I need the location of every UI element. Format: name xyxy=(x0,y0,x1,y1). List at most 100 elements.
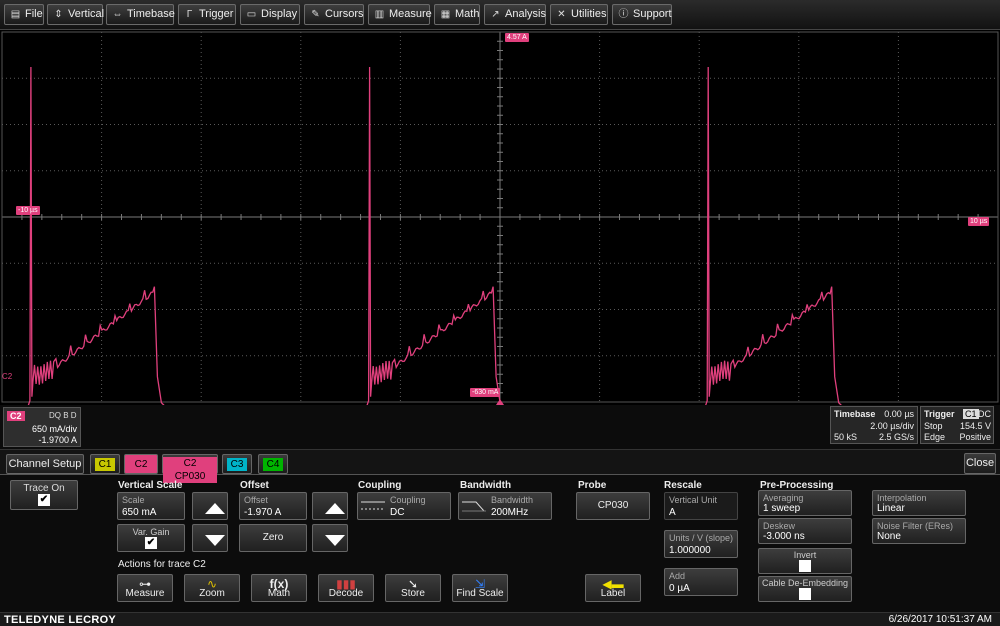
cursor-icon: ✎ xyxy=(311,9,320,20)
trigger-type: Edge xyxy=(924,432,946,442)
date-time: 6/26/2017 10:51:37 AM xyxy=(888,614,992,625)
waveform-grid[interactable]: 4.57 A -10 µs 10 µs -630 mA C2 xyxy=(0,30,1000,405)
actions-header: Actions for trace C2 xyxy=(118,559,206,570)
scale-down-button[interactable] xyxy=(192,524,228,552)
math-icon: ▦ xyxy=(440,9,451,20)
menu-math[interactable]: ▦ Math xyxy=(434,4,480,25)
bandwidth-field[interactable]: Bandwidth 200MHz xyxy=(458,492,552,520)
grid-svg xyxy=(1,31,999,405)
tab-c4[interactable]: C4 xyxy=(258,454,288,474)
menu-cursors[interactable]: ✎ Cursors xyxy=(304,4,364,25)
var-gain-toggle[interactable]: Var. Gain ✔ xyxy=(117,524,185,552)
tab-c2-probe[interactable]: C2 CP030 xyxy=(162,454,218,483)
interpolation-field[interactable]: Interpolation Linear xyxy=(872,490,966,516)
menu-vertical[interactable]: ⇕ Vertical xyxy=(47,4,104,25)
deskew-field[interactable]: Deskew -3.000 ns xyxy=(758,518,852,544)
tab-channel-setup[interactable]: Channel Setup xyxy=(6,454,84,474)
bandwidth-header: Bandwidth xyxy=(460,480,512,491)
close-button[interactable]: Close xyxy=(964,453,996,474)
channel-setup-content: Trace On ✔ Vertical Scale Scale 650 mA V… xyxy=(0,476,1000,611)
channel-scale: 650 mA/div xyxy=(31,424,77,434)
channel-ground-marker: C2 xyxy=(2,372,13,381)
menu-measure[interactable]: ▥ Measure xyxy=(368,4,432,25)
down-arrow-icon xyxy=(205,535,225,546)
menu-utilities[interactable]: ✕ Utilities xyxy=(550,4,608,25)
tab-c2[interactable]: C2 xyxy=(124,454,158,474)
label-action-button[interactable]: ◀▬ Label xyxy=(585,574,641,602)
scale-up-button[interactable] xyxy=(192,492,228,520)
probe-header: Probe xyxy=(578,480,607,491)
dc-coupling-icon xyxy=(361,501,385,510)
trace-on-label: Trace On xyxy=(23,483,65,494)
offset-header: Offset xyxy=(240,480,269,491)
top-level-marker: 4.57 A xyxy=(505,33,529,42)
trace-on-checkbox[interactable]: ✔ xyxy=(38,494,50,506)
menu-bar: ▤ File ⇕ Vertical ⇔ Timebase Γ Trigger ▭ Disp… xyxy=(0,0,1000,30)
up-arrow-icon xyxy=(325,503,345,514)
channel-tabs: Channel Setup C1 C2 C2 CP030 C3 C4 Close xyxy=(0,449,1000,483)
probe-button[interactable]: CP030 xyxy=(576,492,650,520)
analysis-icon: ↗ xyxy=(491,9,500,20)
trigger-icon: Γ xyxy=(186,9,193,20)
display-icon: ▭ xyxy=(246,9,257,20)
math-action-button[interactable]: f(x) Math xyxy=(251,574,307,602)
zero-button[interactable]: Zero xyxy=(239,524,307,552)
right-time-marker: 10 µs xyxy=(968,217,990,226)
vertical-unit-field: Vertical Unit A xyxy=(664,492,738,520)
tab-c1[interactable]: C1 xyxy=(90,454,120,474)
vertical-arrow-icon: ⇕ xyxy=(54,9,63,20)
bandwidth-filter-icon xyxy=(462,501,486,512)
timebase-rate: 2.5 GS/s xyxy=(878,432,914,442)
add-field[interactable]: Add 0 µA xyxy=(664,568,738,596)
trigger-mode: Stop xyxy=(924,421,943,431)
status-footer: TELEDYNE LECROY 6/26/2017 10:51:37 AM xyxy=(0,612,1000,626)
trigger-coupling: DC xyxy=(978,409,991,419)
decode-action-button[interactable]: ▮▮▮ Decode xyxy=(318,574,374,602)
offset-down-button[interactable] xyxy=(312,524,348,552)
vertical-scale-header: Vertical Scale xyxy=(118,480,183,491)
menu-file[interactable]: ▤ File xyxy=(4,4,44,25)
menu-support[interactable]: ⓘ Support xyxy=(612,4,672,25)
zoom-action-button[interactable]: ∿ Zoom xyxy=(184,574,240,602)
menu-timebase[interactable]: ⇔ Timebase xyxy=(106,4,175,25)
timebase-title: Timebase xyxy=(834,409,876,419)
timebase-descriptor[interactable]: Timebase 0.00 µs 2.00 µs/div 50 kS 2.5 G… xyxy=(830,406,918,444)
menu-analysis[interactable]: ↗ Analysis xyxy=(484,4,546,25)
cable-deembedding-toggle[interactable]: Cable De-Embedding xyxy=(758,576,852,602)
units-per-volt-field[interactable]: Units / V (slope) 1.000000 xyxy=(664,530,738,558)
coupling-field[interactable]: Coupling DC xyxy=(357,492,451,520)
rescale-header: Rescale xyxy=(664,480,702,491)
channel-descriptor[interactable]: C2 DQ B D 650 mA/div -1.9700 A xyxy=(3,407,81,447)
menu-display[interactable]: ▭ Display xyxy=(240,4,300,25)
cable-deembedding-checkbox[interactable] xyxy=(799,588,811,600)
trace-on-toggle[interactable]: Trace On ✔ xyxy=(10,480,78,510)
trigger-title: Trigger xyxy=(924,409,955,419)
var-gain-checkbox[interactable]: ✔ xyxy=(145,537,157,549)
timebase-per-div: 2.00 µs/div xyxy=(870,421,914,431)
channel-offset: -1.9700 A xyxy=(38,435,77,445)
horizontal-arrow-icon: ⇔ xyxy=(112,9,123,20)
store-action-button[interactable]: ➘ Store xyxy=(385,574,441,602)
timebase-delay: 0.00 µs xyxy=(884,409,914,419)
control-panel: C2 DQ B D 650 mA/div -1.9700 A Timebase … xyxy=(0,405,1000,626)
trigger-descriptor[interactable]: Trigger C1 DC Stop 154.5 V Edge Positive xyxy=(920,406,994,444)
averaging-field[interactable]: Averaging 1 sweep xyxy=(758,490,852,516)
coupling-header: Coupling xyxy=(358,480,402,491)
tab-c3[interactable]: C3 xyxy=(222,454,252,474)
noise-filter-field[interactable]: Noise Filter (ERes) None xyxy=(872,518,966,544)
trigger-level: 154.5 V xyxy=(959,421,991,431)
timebase-samples: 50 kS xyxy=(834,432,858,442)
invert-checkbox[interactable] xyxy=(799,560,811,572)
measure-action-button[interactable]: ⊶ Measure xyxy=(117,574,173,602)
up-arrow-icon xyxy=(205,503,225,514)
offset-up-button[interactable] xyxy=(312,492,348,520)
wrench-icon: ✕ xyxy=(557,9,566,20)
menu-trigger[interactable]: Γ Trigger xyxy=(178,4,236,25)
invert-toggle[interactable]: Invert xyxy=(758,548,852,574)
file-icon: ▤ xyxy=(10,9,21,20)
trigger-slope: Positive xyxy=(959,432,991,442)
find-scale-action-button[interactable]: ⇲ Find Scale xyxy=(452,574,508,602)
offset-field[interactable]: Offset -1.970 A xyxy=(239,492,307,520)
down-arrow-icon xyxy=(325,535,345,546)
scale-field[interactable]: Scale 650 mA xyxy=(117,492,185,520)
